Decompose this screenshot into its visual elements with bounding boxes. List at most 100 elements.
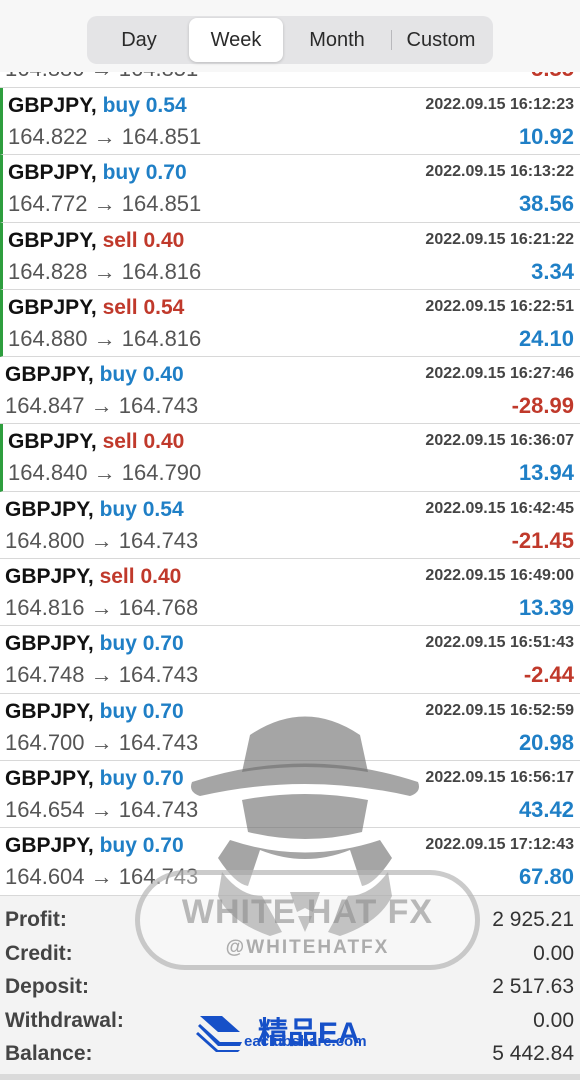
trade-time: 2022.09.15 16:22:51 bbox=[425, 297, 574, 315]
trade-volume: 0.40 bbox=[143, 228, 185, 252]
trade-symbol-line: GBPJPY, buy 0.70 bbox=[5, 632, 184, 656]
trade-volume: 0.70 bbox=[142, 834, 184, 858]
trade-side: sell bbox=[99, 565, 135, 589]
partial-trade-row[interactable]: 164.880 → 164.851 5.35 bbox=[0, 72, 580, 88]
balance-label: Balance: bbox=[5, 1042, 93, 1065]
tab-custom[interactable]: Custom bbox=[391, 18, 491, 62]
trade-prices: 164.700 → 164.743 bbox=[5, 729, 199, 755]
trade-symbol-line: GBPJPY, buy 0.70 bbox=[5, 700, 184, 724]
trade-volume: 0.70 bbox=[145, 161, 187, 185]
tab-day[interactable]: Day bbox=[89, 18, 189, 62]
trade-time: 2022.09.15 16:21:22 bbox=[425, 230, 574, 248]
trade-symbol: GBPJPY, bbox=[5, 497, 94, 521]
trade-prices: 164.800 → 164.743 bbox=[5, 527, 199, 553]
trade-volume: 0.70 bbox=[142, 632, 184, 656]
withdrawal-value: 0.00 bbox=[533, 1008, 574, 1032]
profit-value: 2 925.21 bbox=[492, 908, 574, 931]
withdrawal-label: Withdrawal: bbox=[5, 1008, 124, 1032]
trade-symbol-line: GBPJPY, buy 0.70 bbox=[5, 767, 184, 791]
trade-row[interactable]: GBPJPY, sell 0.54 2022.09.15 16:22:51 164.… bbox=[0, 289, 580, 358]
trade-time: 2022.09.15 16:56:17 bbox=[425, 768, 574, 786]
trade-volume: 0.54 bbox=[142, 497, 184, 521]
trade-time: 2022.09.15 16:49:00 bbox=[425, 567, 574, 585]
period-segmented-control: Day Week Month Custom bbox=[87, 16, 493, 64]
trade-symbol-line: GBPJPY, buy 0.54 bbox=[8, 94, 187, 118]
trade-row[interactable]: GBPJPY, buy 0.70 2022.09.15 16:51:43 164.7… bbox=[0, 626, 580, 694]
balance-value: 5 442.84 bbox=[492, 1042, 574, 1065]
trade-volume: 0.40 bbox=[140, 565, 182, 589]
trade-profit: 24.10 bbox=[518, 325, 574, 351]
watermark-handle: @WHITEHATFX bbox=[225, 937, 390, 958]
trade-symbol-line: GBPJPY, buy 0.54 bbox=[5, 498, 184, 522]
trade-profit: 13.94 bbox=[518, 460, 574, 486]
trade-profit: 5.35 bbox=[531, 72, 574, 82]
watermark-badge: WHITE HAT FX @WHITEHATFX bbox=[135, 870, 480, 970]
trade-side: buy bbox=[99, 497, 137, 521]
trade-prices: 164.847 → 164.743 bbox=[5, 393, 199, 419]
trade-symbol: GBPJPY, bbox=[5, 834, 94, 858]
trade-profit: 13.39 bbox=[518, 595, 574, 621]
trade-row[interactable]: GBPJPY, sell 0.40 2022.09.15 16:49:00 164.… bbox=[0, 559, 580, 627]
credit-value: 0.00 bbox=[533, 941, 574, 965]
trade-prices: 164.880 → 164.816 bbox=[8, 325, 202, 351]
trade-symbol-line: GBPJPY, sell 0.54 bbox=[8, 296, 184, 320]
trade-volume: 0.40 bbox=[143, 430, 185, 454]
trade-profit: 67.80 bbox=[518, 864, 574, 890]
trade-side: sell bbox=[102, 228, 138, 252]
trade-prices: 164.828 → 164.816 bbox=[8, 258, 202, 284]
trade-symbol: GBPJPY, bbox=[5, 766, 94, 790]
credit-label: Credit: bbox=[5, 941, 73, 965]
trade-time: 2022.09.15 16:12:23 bbox=[425, 96, 574, 113]
trade-profit: -2.44 bbox=[523, 662, 574, 688]
trade-side: sell bbox=[102, 295, 138, 319]
trade-prices: 164.840 → 164.790 bbox=[8, 460, 202, 486]
tab-month[interactable]: Month bbox=[283, 18, 391, 62]
period-header: Day Week Month Custom bbox=[0, 0, 580, 72]
trade-side: buy bbox=[102, 94, 140, 117]
trade-symbol-line: GBPJPY, buy 0.70 bbox=[5, 834, 184, 858]
trade-side: buy bbox=[99, 766, 137, 790]
trade-time: 2022.09.15 16:42:45 bbox=[425, 499, 574, 517]
trade-time: 2022.09.15 16:36:07 bbox=[425, 432, 574, 450]
trade-profit: 10.92 bbox=[518, 124, 574, 149]
summary-deposit-row: Deposit: 2 517.63 bbox=[0, 969, 580, 1003]
tab-week[interactable]: Week bbox=[189, 18, 283, 62]
trade-prices: 164.654 → 164.743 bbox=[5, 796, 199, 822]
deposit-label: Deposit: bbox=[5, 975, 89, 998]
trade-symbol: GBPJPY, bbox=[5, 363, 94, 387]
trade-symbol: GBPJPY, bbox=[8, 295, 97, 319]
trade-symbol: GBPJPY, bbox=[8, 161, 97, 185]
trade-row[interactable]: GBPJPY, buy 0.70 2022.09.15 16:56:17 164.6… bbox=[0, 761, 580, 829]
trade-time: 2022.09.15 16:52:59 bbox=[425, 701, 574, 719]
trade-time: 2022.09.15 16:13:22 bbox=[425, 163, 574, 181]
trade-symbol-line: GBPJPY, sell 0.40 bbox=[5, 565, 181, 589]
trade-row[interactable]: GBPJPY, buy 0.70 2022.09.15 16:52:59 164.7… bbox=[0, 694, 580, 761]
watermark-title: WHITE HAT FX bbox=[181, 893, 434, 931]
trade-row[interactable]: GBPJPY, buy 0.54 2022.09.15 16:12:23 164.8… bbox=[0, 88, 580, 156]
trade-symbol: GBPJPY, bbox=[8, 430, 97, 454]
trade-row[interactable]: GBPJPY, buy 0.70 2022.09.15 16:13:22 164.7… bbox=[0, 155, 580, 223]
trade-volume: 0.70 bbox=[142, 699, 184, 723]
trade-side: buy bbox=[99, 699, 137, 723]
trade-side: buy bbox=[102, 161, 140, 185]
trade-profit: -21.45 bbox=[511, 527, 574, 553]
trade-symbol-line: GBPJPY, sell 0.40 bbox=[8, 229, 184, 253]
trade-row[interactable]: GBPJPY, buy 0.40 2022.09.15 16:27:46 164.8… bbox=[0, 357, 580, 425]
trade-volume: 0.70 bbox=[142, 766, 184, 790]
trade-row[interactable]: GBPJPY, sell 0.40 2022.09.15 16:36:07 164.… bbox=[0, 424, 580, 492]
trade-prices: 164.880 → 164.851 bbox=[5, 72, 198, 82]
trade-profit: 20.98 bbox=[518, 729, 574, 755]
trade-profit: 3.34 bbox=[531, 258, 574, 284]
trade-side: buy bbox=[99, 834, 137, 858]
trade-symbol-line: GBPJPY, buy 0.40 bbox=[5, 363, 184, 387]
trade-row[interactable]: GBPJPY, sell 0.40 2022.09.15 16:21:22 164.… bbox=[0, 222, 580, 290]
trade-profit: -28.99 bbox=[511, 393, 574, 419]
trade-symbol-line: GBPJPY, sell 0.40 bbox=[8, 430, 184, 454]
trade-profit: 38.56 bbox=[518, 191, 574, 217]
profit-label: Profit: bbox=[5, 908, 67, 931]
trade-row[interactable]: GBPJPY, buy 0.54 2022.09.15 16:42:45 164.8… bbox=[0, 492, 580, 560]
trade-symbol: GBPJPY, bbox=[8, 228, 97, 252]
deposit-value: 2 517.63 bbox=[492, 975, 574, 998]
trade-list: GBPJPY, buy 0.54 2022.09.15 16:12:23 164.8… bbox=[0, 88, 580, 896]
trade-time: 2022.09.15 16:51:43 bbox=[425, 634, 574, 652]
